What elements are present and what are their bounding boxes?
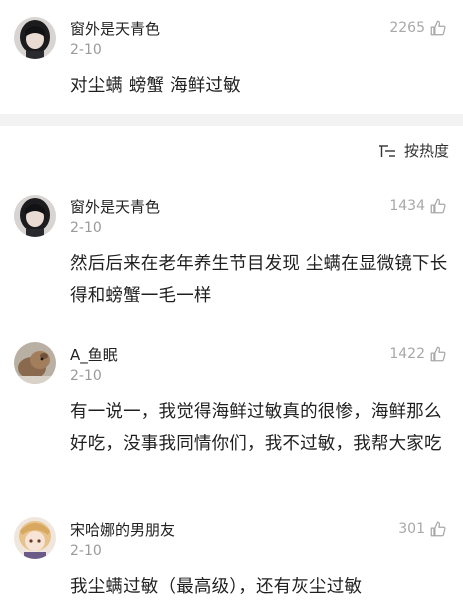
sort-icon bbox=[378, 144, 395, 157]
comment-item: 宋哈娜的男朋友 2-10 301 我尘螨过敏（最高级），还有灰尘过敏 bbox=[0, 505, 463, 597]
like-button[interactable]: 1434 bbox=[389, 197, 447, 215]
like-count: 1434 bbox=[389, 198, 425, 214]
comment-item: 窗外是天青色 2-10 2265 对尘螨 螃蟹 海鲜过敏 bbox=[0, 0, 463, 114]
avatar-animal-icon bbox=[14, 342, 56, 384]
like-button[interactable]: 1422 bbox=[389, 345, 447, 363]
avatar[interactable] bbox=[14, 17, 56, 59]
avatar[interactable] bbox=[14, 342, 56, 384]
avatar-girl-icon bbox=[14, 195, 56, 237]
comment-username[interactable]: 窗外是天青色 bbox=[70, 18, 160, 39]
avatar[interactable] bbox=[14, 517, 56, 559]
sort-by-heat-button[interactable]: 按热度 bbox=[378, 140, 449, 161]
comment-date: 2-10 bbox=[70, 42, 102, 58]
like-button[interactable]: 2265 bbox=[389, 19, 447, 37]
comment-item: 窗外是天青色 2-10 1434 然后后来在老年养生节目发现 尘螨在显微镜下长得… bbox=[0, 180, 463, 320]
comment-username[interactable]: A_鱼眠 bbox=[70, 344, 118, 365]
section-divider bbox=[0, 114, 463, 126]
comment-date: 2-10 bbox=[70, 220, 102, 236]
avatar[interactable] bbox=[14, 195, 56, 237]
comment-text: 有一说一，我觉得海鲜过敏真的很惨，海鲜那么好吃，没事我同情你们，我不过敏，我帮大… bbox=[70, 402, 442, 454]
like-button[interactable]: 301 bbox=[398, 520, 447, 538]
like-count: 1422 bbox=[389, 346, 425, 362]
comment-date: 2-10 bbox=[70, 368, 102, 384]
avatar-anime-icon bbox=[14, 517, 56, 559]
avatar-girl-icon bbox=[14, 17, 56, 59]
like-count: 2265 bbox=[389, 20, 425, 36]
sort-label: 按热度 bbox=[403, 142, 449, 160]
comment-date: 2-10 bbox=[70, 543, 102, 559]
comment-text: 然后后来在老年养生节目发现 尘螨在显微镜下长得和螃蟹一毛一样 bbox=[70, 254, 448, 306]
like-count: 301 bbox=[398, 521, 425, 537]
thumbs-up-icon bbox=[430, 521, 446, 537]
thumbs-up-icon bbox=[430, 346, 446, 362]
comment-text: 对尘螨 螃蟹 海鲜过敏 bbox=[70, 76, 241, 96]
comment-username[interactable]: 宋哈娜的男朋友 bbox=[70, 519, 175, 540]
thumbs-up-icon bbox=[430, 198, 446, 214]
comment-item: A_鱼眠 2-10 1422 有一说一，我觉得海鲜过敏真的很惨，海鲜那么好吃，没… bbox=[0, 330, 463, 500]
comment-text: 我尘螨过敏（最高级），还有灰尘过敏 bbox=[70, 577, 363, 597]
comment-username[interactable]: 窗外是天青色 bbox=[70, 196, 160, 217]
thumbs-up-icon bbox=[430, 20, 446, 36]
